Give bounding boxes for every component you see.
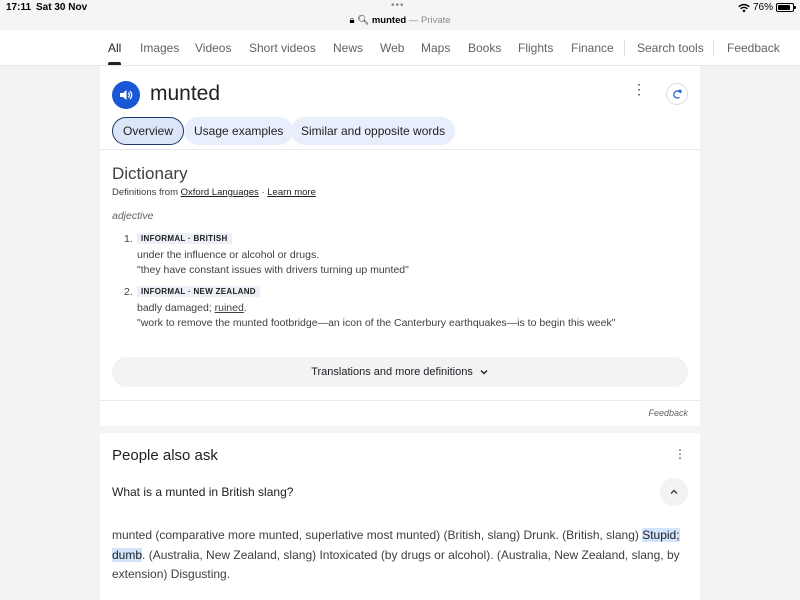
chevron-up-icon: [670, 489, 678, 494]
chip-overview[interactable]: Overview: [112, 117, 185, 145]
tab-web[interactable]: Web: [380, 41, 404, 55]
more-defs-label: Translations and more definitions: [311, 366, 473, 378]
share-icon: [672, 89, 682, 99]
tab-finance[interactable]: Finance: [571, 41, 614, 55]
more-options-icon[interactable]: ⋮: [632, 82, 646, 96]
paa-more-options-icon[interactable]: ⋮: [674, 447, 686, 461]
speaker-icon: [120, 90, 133, 100]
search-tabs: All Images Videos Short videos News Web …: [0, 30, 800, 66]
learn-more-link[interactable]: Learn more: [267, 187, 316, 198]
tab-maps[interactable]: Maps: [421, 41, 450, 55]
tabs-divider: [624, 40, 625, 56]
oxford-languages-link[interactable]: Oxford Languages: [181, 187, 259, 198]
chip-usage-examples[interactable]: Usage examples: [184, 117, 294, 145]
source-prefix: Definitions from: [112, 187, 178, 198]
sense-number: 2.: [124, 286, 133, 298]
status-right: 76%: [738, 2, 796, 13]
translations-more-definitions-button[interactable]: Translations and more definitions: [112, 357, 688, 387]
dictionary-source: Definitions from Oxford Languages · Lear…: [112, 187, 316, 198]
dictionary-card: munted ⋮ Overview Usage examples Similar…: [100, 66, 700, 426]
paa-question[interactable]: What is a munted in British slang?: [112, 485, 293, 499]
card-divider: [100, 400, 700, 401]
register-label: INFORMAL · BRITISH: [137, 233, 232, 244]
tabs-divider: [713, 40, 714, 56]
tab-books[interactable]: Books: [468, 41, 501, 55]
answer-text: munted (comparative more munted, superla…: [112, 528, 643, 542]
answer-text-continued: . (Australia, New Zealand, slang) Intoxi…: [112, 547, 680, 582]
people-also-ask-card: People also ask ⋮ What is a munted in Br…: [100, 433, 700, 600]
part-of-speech: adjective: [112, 210, 154, 222]
tab-search-tools[interactable]: Search tools: [637, 41, 704, 55]
sense-definition: badly damaged; ruined.: [137, 301, 697, 316]
tab-news[interactable]: News: [333, 41, 363, 55]
chevron-down-icon: [480, 370, 488, 375]
lock-icon: 🔒︎: [349, 15, 355, 26]
tab-short-videos[interactable]: Short videos: [249, 41, 316, 55]
url-query: munted: [371, 15, 407, 26]
pronunciation-button[interactable]: [112, 81, 140, 109]
sense-number: 1.: [124, 233, 133, 245]
sense-example: "they have constant issues with drivers …: [137, 264, 409, 276]
tab-flights[interactable]: Flights: [518, 41, 553, 55]
status-time: 17:11: [6, 2, 32, 13]
headword: munted: [150, 82, 221, 105]
definition-text: badly damaged;: [137, 302, 215, 314]
tab-images[interactable]: Images: [140, 41, 179, 55]
paa-collapse-button[interactable]: [660, 478, 688, 506]
sense-definition: under the influence or alcohol or drugs.: [137, 249, 320, 261]
share-button[interactable]: [666, 83, 688, 105]
battery-icon: [776, 3, 796, 12]
address-bar[interactable]: 🔒︎ 🔍︎ munted — Private: [0, 15, 800, 26]
dictionary-chips: Overview Usage examples Similar and oppo…: [100, 117, 700, 150]
register-label: INFORMAL · NEW ZEALAND: [137, 286, 260, 297]
status-date: Sat 30 Nov: [36, 2, 88, 13]
private-label: — Private: [408, 15, 451, 26]
tab-all[interactable]: All: [108, 41, 122, 65]
dictionary-title: Dictionary: [112, 164, 188, 183]
tab-feedback[interactable]: Feedback: [727, 41, 780, 55]
ruined-link[interactable]: ruined: [215, 302, 244, 314]
chip-similar-opposite-words[interactable]: Similar and opposite words: [291, 117, 456, 145]
sense-example: "work to remove the munted footbridge—an…: [137, 317, 616, 329]
paa-title: People also ask: [112, 447, 218, 464]
tab-videos[interactable]: Videos: [195, 41, 231, 55]
wifi-icon: [738, 3, 750, 12]
status-bar: 17:11 Sat 30 Nov ••• 🔒︎ 🔍︎ munted — Priv…: [0, 0, 800, 30]
battery-percent: 76%: [752, 2, 773, 13]
headword-row: munted ⋮: [112, 80, 688, 110]
definition-period: .: [243, 302, 247, 314]
multitasking-dots-icon[interactable]: •••: [391, 0, 405, 11]
search-icon: 🔍︎: [357, 15, 370, 26]
dictionary-feedback-link[interactable]: Feedback: [648, 408, 688, 418]
source-separator: ·: [261, 187, 265, 198]
paa-answer: munted (comparative more munted, superla…: [112, 526, 688, 585]
